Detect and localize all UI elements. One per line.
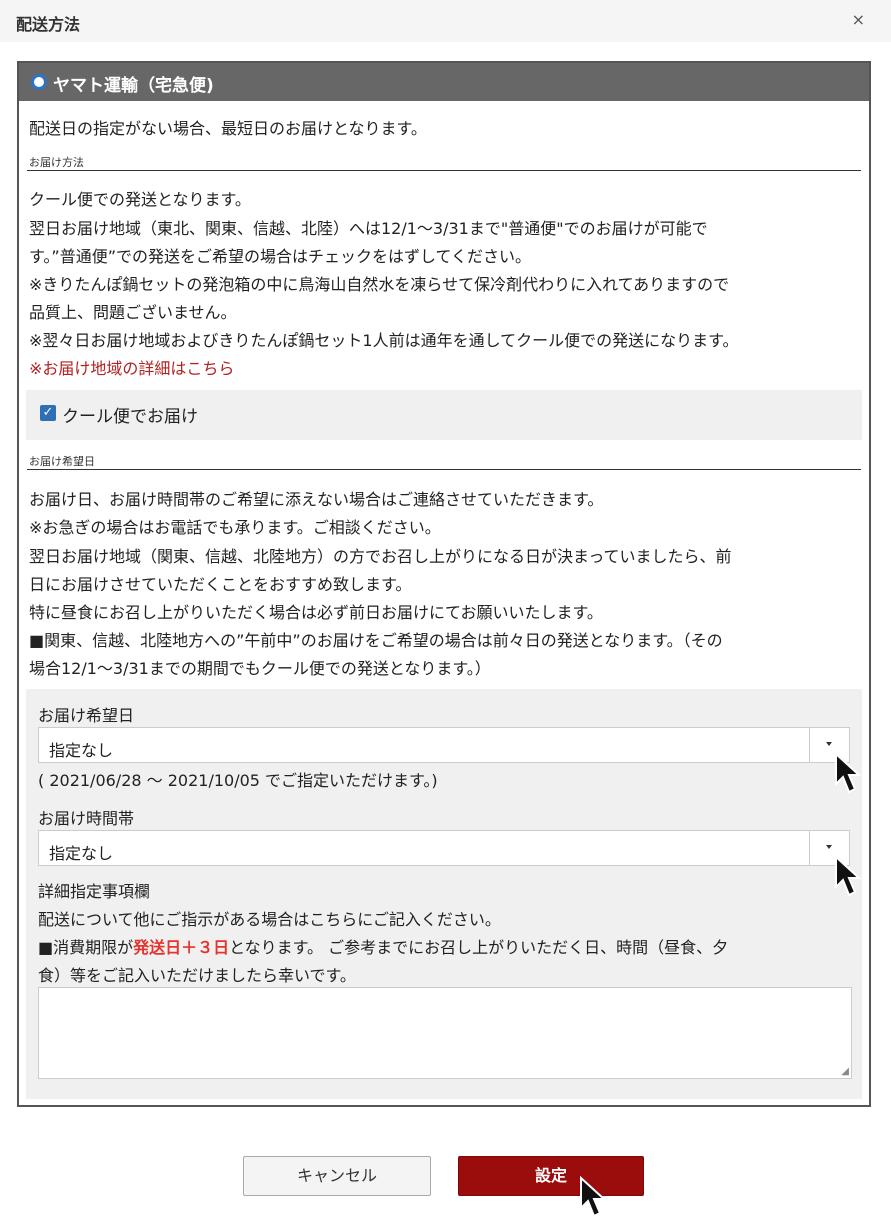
date-select-value: 指定なし: [49, 741, 114, 760]
delivery-form: お届け希望日 指定なし ( 2021/06/28 ～ 2021/10/05 でご…: [26, 689, 862, 1099]
divider: [27, 469, 861, 470]
carrier-name: ヤマト運輸（宅急便): [53, 76, 214, 96]
carrier-radio[interactable]: [31, 74, 47, 90]
notes-expiry-line: ■消費期限が発送日＋３日となります。 ご参考までにお召し上がりいただく日、時間（…: [38, 934, 728, 958]
date-info-line: 場合12/1～3/31までの期間でもクール便での発送となります。）: [29, 659, 491, 678]
chevron-down-icon: [826, 845, 832, 849]
delivery-date-heading: お届け希望日: [29, 455, 95, 468]
date-label: お届け希望日: [38, 706, 135, 725]
carrier-note: 配送日の指定がない場合、最短日のお届けとなります。: [29, 119, 427, 138]
method-line: 翌日お届け地域（東北、関東、信越、北陸）へは12/1～3/31まで"普通便"での…: [29, 219, 708, 238]
delivery-area-link[interactable]: ※お届け地域の詳細はこちら: [29, 355, 234, 379]
method-line: ※きりたんぽ鍋セットの発泡箱の中に鳥海山自然水を凍らせて保冷剤代わりに入れてあり…: [29, 275, 730, 294]
resize-grip-icon[interactable]: ◢: [841, 1066, 849, 1077]
dialog-header: 配送方法 ×: [0, 0, 891, 42]
date-info-line: ※お急ぎの場合はお電話でも承ります。ご相談ください。: [29, 518, 441, 537]
close-icon[interactable]: ×: [852, 10, 865, 29]
date-info-line: ■関東、信越、北陸地方への”午前中”のお届けをご希望の場合は前々日の発送となりま…: [29, 631, 723, 650]
carrier-header[interactable]: ヤマト運輸（宅急便): [19, 63, 869, 101]
method-line: 品質上、問題ございません。: [29, 303, 237, 322]
method-line: す。”普通便”での発送をご希望の場合はチェックをはずしてください。: [29, 247, 532, 266]
shipping-panel: ヤマト運輸（宅急便) 配送日の指定がない場合、最短日のお届けとなります。 お届け…: [17, 61, 871, 1107]
notes-instruction: 配送について他にご指示がある場合はこちらにご記入ください。: [38, 910, 501, 929]
time-label: お届け時間帯: [38, 809, 135, 828]
delivery-date-select[interactable]: 指定なし: [38, 727, 850, 763]
notes-textarea[interactable]: ◢: [38, 987, 852, 1079]
notes-expiry-post: となります。 ご参考までにお召し上がりいただく日、時間（昼食、夕: [229, 938, 729, 957]
cool-delivery-checkbox[interactable]: ✓: [40, 405, 56, 421]
date-info-line: 日にお届けさせていただくことをおすすめ致します。: [29, 575, 412, 594]
save-button[interactable]: 設定: [458, 1156, 644, 1196]
divider: [27, 170, 861, 171]
notes-label: 詳細指定事項欄: [38, 882, 151, 901]
cursor-icon: [580, 1176, 607, 1218]
notes-expiry-emphasis: 発送日＋３日: [133, 938, 230, 957]
cool-delivery-option: ✓ クール便でお届け: [26, 390, 862, 440]
date-range-hint: ( 2021/06/28 ～ 2021/10/05 でご指定いただけます。): [38, 771, 438, 790]
notes-expiry-line2: 食）等をご記入いただけましたら幸いです。: [38, 966, 356, 985]
cancel-button[interactable]: キャンセル: [243, 1156, 431, 1196]
date-info-line: お届け日、お届け時間帯のご希望に添えない場合はご連絡させていただきます。: [29, 490, 604, 509]
method-line: ※翌々日お届け地域およびきりたんぽ鍋セット1人前は通年を通してクール便での発送に…: [29, 331, 739, 350]
dialog-title: 配送方法: [16, 15, 81, 34]
notes-expiry-pre: ■消費期限が: [38, 938, 134, 957]
date-info-line: 翌日お届け地域（関東、信越、北陸地方）の方でお召し上がりになる日が決まっていまし…: [29, 547, 732, 566]
cool-delivery-label[interactable]: クール便でお届け: [62, 402, 198, 427]
delivery-method-heading: お届け方法: [29, 156, 84, 169]
date-info-line: 特に昼食にお召し上がりいただく場合は必ず前日お届けにてお願いいたします。: [29, 603, 603, 622]
method-line: クール便での発送となります。: [29, 190, 251, 209]
cursor-icon: [835, 855, 862, 897]
chevron-down-icon: [826, 742, 832, 746]
cursor-icon: [835, 752, 862, 794]
time-select-value: 指定なし: [49, 844, 114, 863]
delivery-time-select[interactable]: 指定なし: [38, 830, 850, 866]
